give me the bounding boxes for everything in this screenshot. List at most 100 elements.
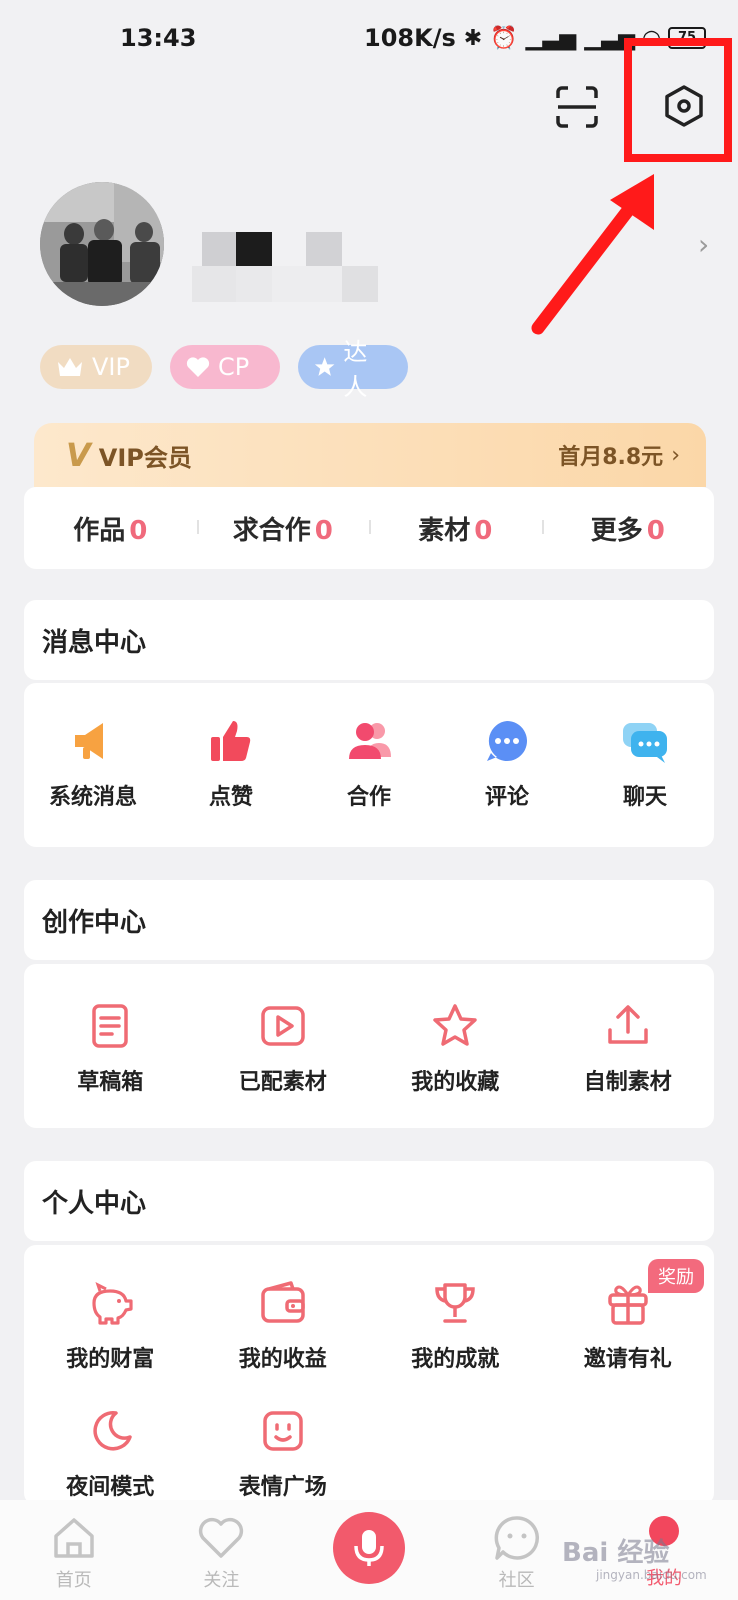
self-made-material-item[interactable]: 自制素材 <box>542 1002 715 1128</box>
badge-expert-label: 达人 <box>343 338 368 401</box>
message-center-grid: 系统消息 点赞 合作 评论 聊天 <box>24 683 714 847</box>
stat-value: 0 <box>474 515 493 546</box>
stat-material[interactable]: 素材 0 <box>369 510 542 547</box>
badge-expert[interactable]: 达人 <box>298 338 408 401</box>
badge-vip[interactable]: VIP <box>40 345 152 389</box>
chat-item[interactable]: 聊天 <box>576 717 714 847</box>
annotation-arrow-icon <box>531 174 654 335</box>
star-outline-icon <box>433 1004 477 1046</box>
signal-icon: ▁▃▅ <box>525 25 577 51</box>
item-label: 我的收益 <box>238 1347 327 1372</box>
avatar[interactable] <box>40 182 164 306</box>
alarm-icon: ⏰ <box>490 25 518 51</box>
bluetooth-icon: ✱ <box>463 25 483 51</box>
my-wealth-item[interactable]: 我的财富 <box>24 1279 197 1407</box>
item-label: 合作 <box>346 785 391 810</box>
thumbs-up-icon <box>211 721 251 761</box>
watermark-sub: jingyan.baidu.com <box>596 1568 707 1582</box>
watermark: Bai 经验 <box>562 1538 670 1568</box>
annotation-highlight-box <box>624 38 732 162</box>
home-icon <box>54 1518 94 1558</box>
my-achievements-item[interactable]: 我的成就 <box>369 1279 542 1407</box>
users-icon <box>349 723 391 759</box>
item-label: 邀请有礼 <box>583 1347 672 1372</box>
item-label: 自制素材 <box>583 1070 672 1095</box>
upload-icon <box>608 1005 648 1044</box>
stat-works[interactable]: 作品 0 <box>24 510 197 547</box>
comment-icon <box>487 721 527 761</box>
chat-icon <box>623 723 667 763</box>
item-label: 已配素材 <box>238 1070 327 1095</box>
stat-value: 0 <box>129 515 148 546</box>
my-favorites-item[interactable]: 我的收藏 <box>369 1002 542 1128</box>
stat-more[interactable]: 更多 0 <box>541 510 715 547</box>
stat-value: 0 <box>314 515 333 546</box>
heart-icon <box>186 357 210 377</box>
item-label: 我的收藏 <box>411 1070 500 1095</box>
item-label: 评论 <box>484 785 529 810</box>
personal-center-title: 个人中心 <box>24 1161 714 1241</box>
nav-follow[interactable]: 关注 <box>148 1500 296 1592</box>
piggy-bank-icon <box>92 1282 133 1325</box>
my-earnings-item[interactable]: 我的收益 <box>197 1279 370 1407</box>
item-label: 夜间模式 <box>66 1475 155 1500</box>
crown-icon <box>58 358 82 376</box>
profile-chevron-icon[interactable]: › <box>698 228 709 261</box>
moon-icon <box>93 1411 132 1451</box>
vip-price: 首月8.8元 <box>558 445 664 470</box>
matched-material-item[interactable]: 已配素材 <box>197 1002 370 1128</box>
vip-banner[interactable]: V VIP会员 首月8.8元 › <box>34 423 706 487</box>
draft-icon <box>92 1004 128 1048</box>
stat-label: 求合作 <box>232 515 311 546</box>
system-message-item[interactable]: 系统消息 <box>24 717 162 847</box>
stat-label: 作品 <box>73 515 126 546</box>
likes-item[interactable]: 点赞 <box>162 717 300 847</box>
gift-icon <box>608 1285 648 1325</box>
item-label: 系统消息 <box>48 785 137 810</box>
microphone-icon <box>354 1530 384 1566</box>
nav-follow-label: 关注 <box>203 1570 240 1591</box>
username-mosaic <box>192 232 382 306</box>
comment-item[interactable]: 评论 <box>438 717 576 847</box>
status-time: 13:43 <box>120 24 197 52</box>
creation-center-title: 创作中心 <box>24 880 714 960</box>
video-play-icon <box>261 1006 305 1046</box>
heart-outline-icon <box>199 1517 244 1558</box>
invite-gift-item[interactable]: 奖励 邀请有礼 <box>542 1259 715 1407</box>
item-label: 草稿箱 <box>77 1070 144 1095</box>
reward-tag: 奖励 <box>648 1259 704 1293</box>
vip-chevron-icon: › <box>671 442 680 468</box>
scan-icon[interactable] <box>554 84 600 130</box>
record-button[interactable] <box>332 1512 405 1584</box>
badge-row: VIP CP 达人 <box>40 338 408 401</box>
nav-record[interactable] <box>295 1500 443 1584</box>
vip-v-icon: V <box>66 436 91 474</box>
badge-vip-label: VIP <box>92 353 130 381</box>
stat-cooperation[interactable]: 求合作 0 <box>196 510 370 547</box>
network-speed: 108K/s <box>364 24 456 52</box>
cooperation-item[interactable]: 合作 <box>300 717 438 847</box>
item-label: 表情广场 <box>238 1475 327 1500</box>
personal-center-grid: 我的财富 我的收益 我的成就 奖励 邀请有礼 夜间模式 表情广场 <box>24 1245 714 1505</box>
draft-box-item[interactable]: 草稿箱 <box>24 1002 197 1128</box>
nav-community-label: 社区 <box>498 1570 535 1591</box>
item-label: 聊天 <box>622 785 667 810</box>
emoji-icon <box>263 1411 303 1451</box>
item-label: 点赞 <box>208 785 253 810</box>
community-icon <box>494 1516 539 1560</box>
star-icon <box>314 357 335 376</box>
stats-card: 作品 0 求合作 0 素材 0 更多 0 <box>24 487 714 569</box>
avatar-photo <box>40 182 164 306</box>
nav-home[interactable]: 首页 <box>0 1500 148 1592</box>
megaphone-icon <box>75 723 103 759</box>
wallet-icon <box>261 1281 305 1323</box>
message-center-title: 消息中心 <box>24 600 714 680</box>
item-label: 我的财富 <box>66 1347 155 1372</box>
stat-label: 更多 <box>590 515 643 546</box>
item-label: 我的成就 <box>411 1347 500 1372</box>
badge-cp[interactable]: CP <box>170 345 280 389</box>
badge-cp-label: CP <box>218 353 250 381</box>
nav-home-label: 首页 <box>55 1570 92 1591</box>
trophy-icon <box>435 1283 476 1323</box>
vip-title: VIP会员 <box>98 443 192 472</box>
